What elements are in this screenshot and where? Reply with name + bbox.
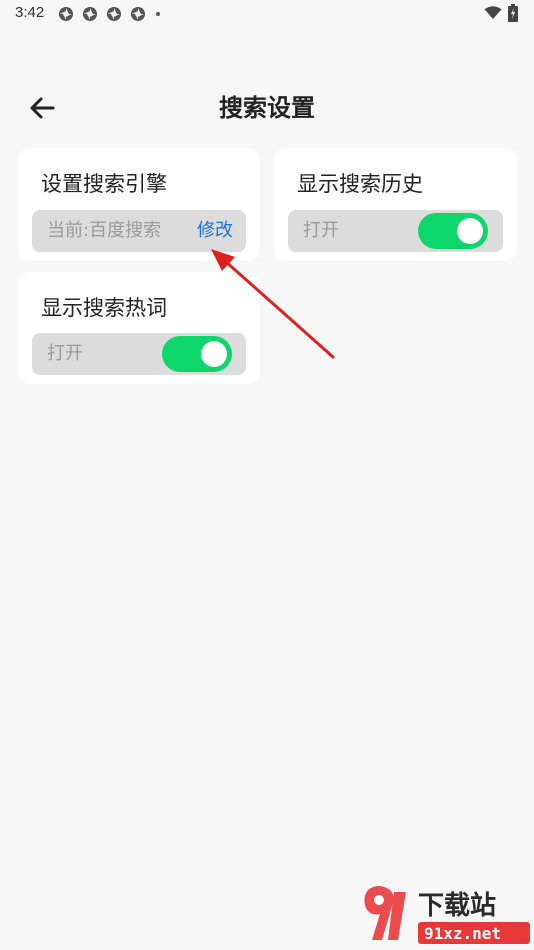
- watermark-logo: 下载站 91xz.net: [364, 886, 530, 944]
- search-history-title: 显示搜索历史: [297, 172, 423, 196]
- search-engine-title: 设置搜索引擎: [41, 172, 167, 196]
- status-time: 3:42: [15, 4, 45, 21]
- more-notifications-dot: [156, 12, 160, 16]
- annotation-arrow: [211, 249, 335, 359]
- watermark-91-logo: [364, 886, 406, 940]
- watermark-url: 91xz.net: [424, 924, 501, 943]
- wifi-icon: [484, 6, 502, 19]
- page-title: 搜索设置: [219, 94, 315, 122]
- current-engine-label: 当前:百度搜索: [47, 220, 162, 241]
- hot-words-state-label: 打开: [47, 343, 83, 364]
- notification-icon: [131, 7, 145, 21]
- status-bar: 3:42: [0, 0, 534, 28]
- watermark-title: 下载站: [418, 891, 496, 921]
- hot-words-title: 显示搜索热词: [41, 296, 167, 320]
- toggle-knob: [457, 218, 483, 244]
- search-history-toggle[interactable]: [418, 213, 488, 249]
- notification-icons: [58, 6, 160, 22]
- battery-icon: [508, 4, 518, 22]
- notification-icon: [107, 7, 121, 21]
- notification-icon: [83, 7, 97, 21]
- notification-icon: [59, 7, 73, 21]
